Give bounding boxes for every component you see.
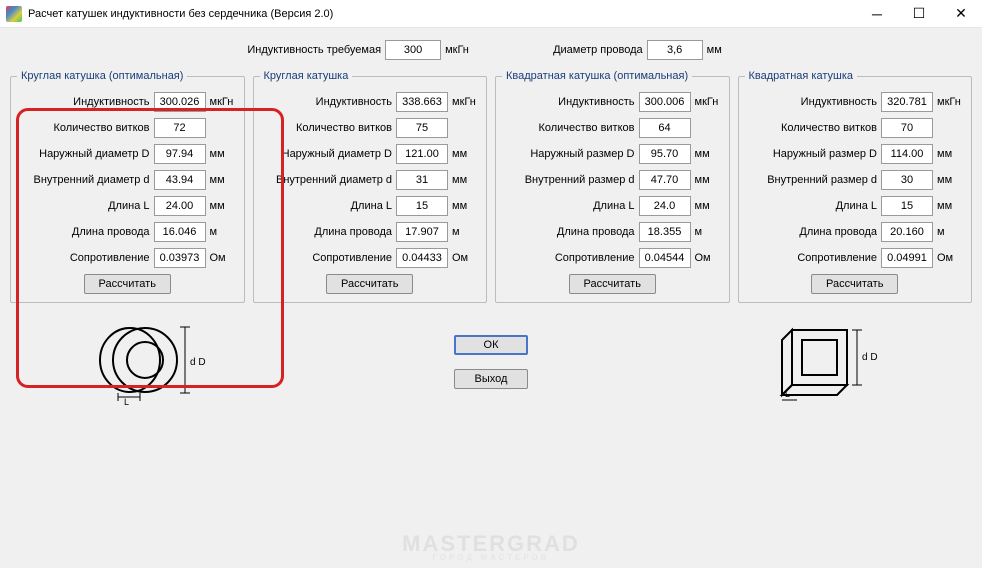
wire-diameter-label: Диаметр провода (553, 44, 643, 56)
field-resistance[interactable] (639, 248, 691, 268)
field-outer[interactable] (154, 144, 206, 164)
field-wirelen[interactable] (396, 222, 448, 242)
field-outer[interactable] (881, 144, 933, 164)
top-inputs: Индуктивность требуемая мкГн Диаметр про… (10, 36, 972, 60)
panel-square: Квадратная катушка ИндуктивностьмкГн Кол… (738, 70, 973, 303)
field-outer[interactable] (639, 144, 691, 164)
field-length[interactable] (396, 196, 448, 216)
field-length[interactable] (881, 196, 933, 216)
field-length[interactable] (639, 196, 691, 216)
label-length: Длина L (17, 200, 150, 212)
field-resistance[interactable] (396, 248, 448, 268)
app-icon (6, 6, 22, 22)
wire-unit: мм (707, 44, 735, 56)
required-inductance-input[interactable] (385, 40, 441, 60)
ok-button[interactable]: ОК (454, 335, 529, 355)
field-turns[interactable] (639, 118, 691, 138)
field-turns[interactable] (881, 118, 933, 138)
panel-title: Круглая катушка (оптимальная) (17, 70, 187, 82)
label-outer-d: Наружный диаметр D (17, 148, 150, 160)
calculate-button[interactable]: Рассчитать (811, 274, 898, 294)
field-wirelen[interactable] (639, 222, 691, 242)
close-button[interactable]: ✕ (940, 0, 982, 28)
minimize-button[interactable]: ─ (856, 0, 898, 28)
round-coil-diagram: d D L (90, 315, 220, 405)
panel-title: Квадратная катушка (оптимальная) (502, 70, 692, 82)
panel-round: Круглая катушка ИндуктивностьмкГн Количе… (253, 70, 488, 303)
square-coil-diagram: d D L (762, 315, 892, 405)
bottom-area: d D L ОК Выход d D L (10, 315, 972, 405)
svg-text:d D: d D (190, 357, 206, 368)
window-title: Расчет катушек индуктивности без сердечн… (28, 8, 856, 20)
maximize-button[interactable]: ☐ (898, 0, 940, 28)
calculate-button[interactable]: Рассчитать (326, 274, 413, 294)
inductance-unit: мкГн (445, 44, 473, 56)
field-resistance[interactable] (881, 248, 933, 268)
field-inner[interactable] (881, 170, 933, 190)
svg-text:d D: d D (862, 352, 878, 363)
exit-button[interactable]: Выход (454, 369, 529, 389)
wire-diameter-input[interactable] (647, 40, 703, 60)
field-inner[interactable] (154, 170, 206, 190)
panel-title: Квадратная катушка (745, 70, 858, 82)
field-inductance[interactable] (639, 92, 691, 112)
titlebar: Расчет катушек индуктивности без сердечн… (0, 0, 982, 28)
label-inductance: Индуктивность (17, 96, 150, 108)
field-length[interactable] (154, 196, 206, 216)
svg-text:L: L (785, 389, 790, 399)
calculate-button[interactable]: Рассчитать (569, 274, 656, 294)
field-wirelen[interactable] (881, 222, 933, 242)
field-inductance[interactable] (881, 92, 933, 112)
field-inductance[interactable] (396, 92, 448, 112)
field-inner[interactable] (396, 170, 448, 190)
client-area: Индуктивность требуемая мкГн Диаметр про… (0, 28, 982, 568)
panel-square-optimal: Квадратная катушка (оптимальная) Индукти… (495, 70, 730, 303)
label-inner-d: Внутренний диаметр d (17, 174, 150, 186)
label-resistance: Сопротивление (17, 252, 150, 264)
panel-title: Круглая катушка (260, 70, 353, 82)
field-turns[interactable] (154, 118, 206, 138)
field-inductance[interactable] (154, 92, 206, 112)
calculate-button[interactable]: Рассчитать (84, 274, 171, 294)
field-inner[interactable] (639, 170, 691, 190)
field-wirelen[interactable] (154, 222, 206, 242)
field-turns[interactable] (396, 118, 448, 138)
label-turns: Количество витков (17, 122, 150, 134)
field-resistance[interactable] (154, 248, 206, 268)
label-wirelen: Длина провода (17, 226, 150, 238)
panels-row: Круглая катушка (оптимальная) Индуктивно… (10, 70, 972, 303)
field-outer[interactable] (396, 144, 448, 164)
required-inductance-label: Индуктивность требуемая (247, 44, 381, 56)
panel-round-optimal: Круглая катушка (оптимальная) Индуктивно… (10, 70, 245, 303)
svg-text:L: L (124, 397, 129, 405)
